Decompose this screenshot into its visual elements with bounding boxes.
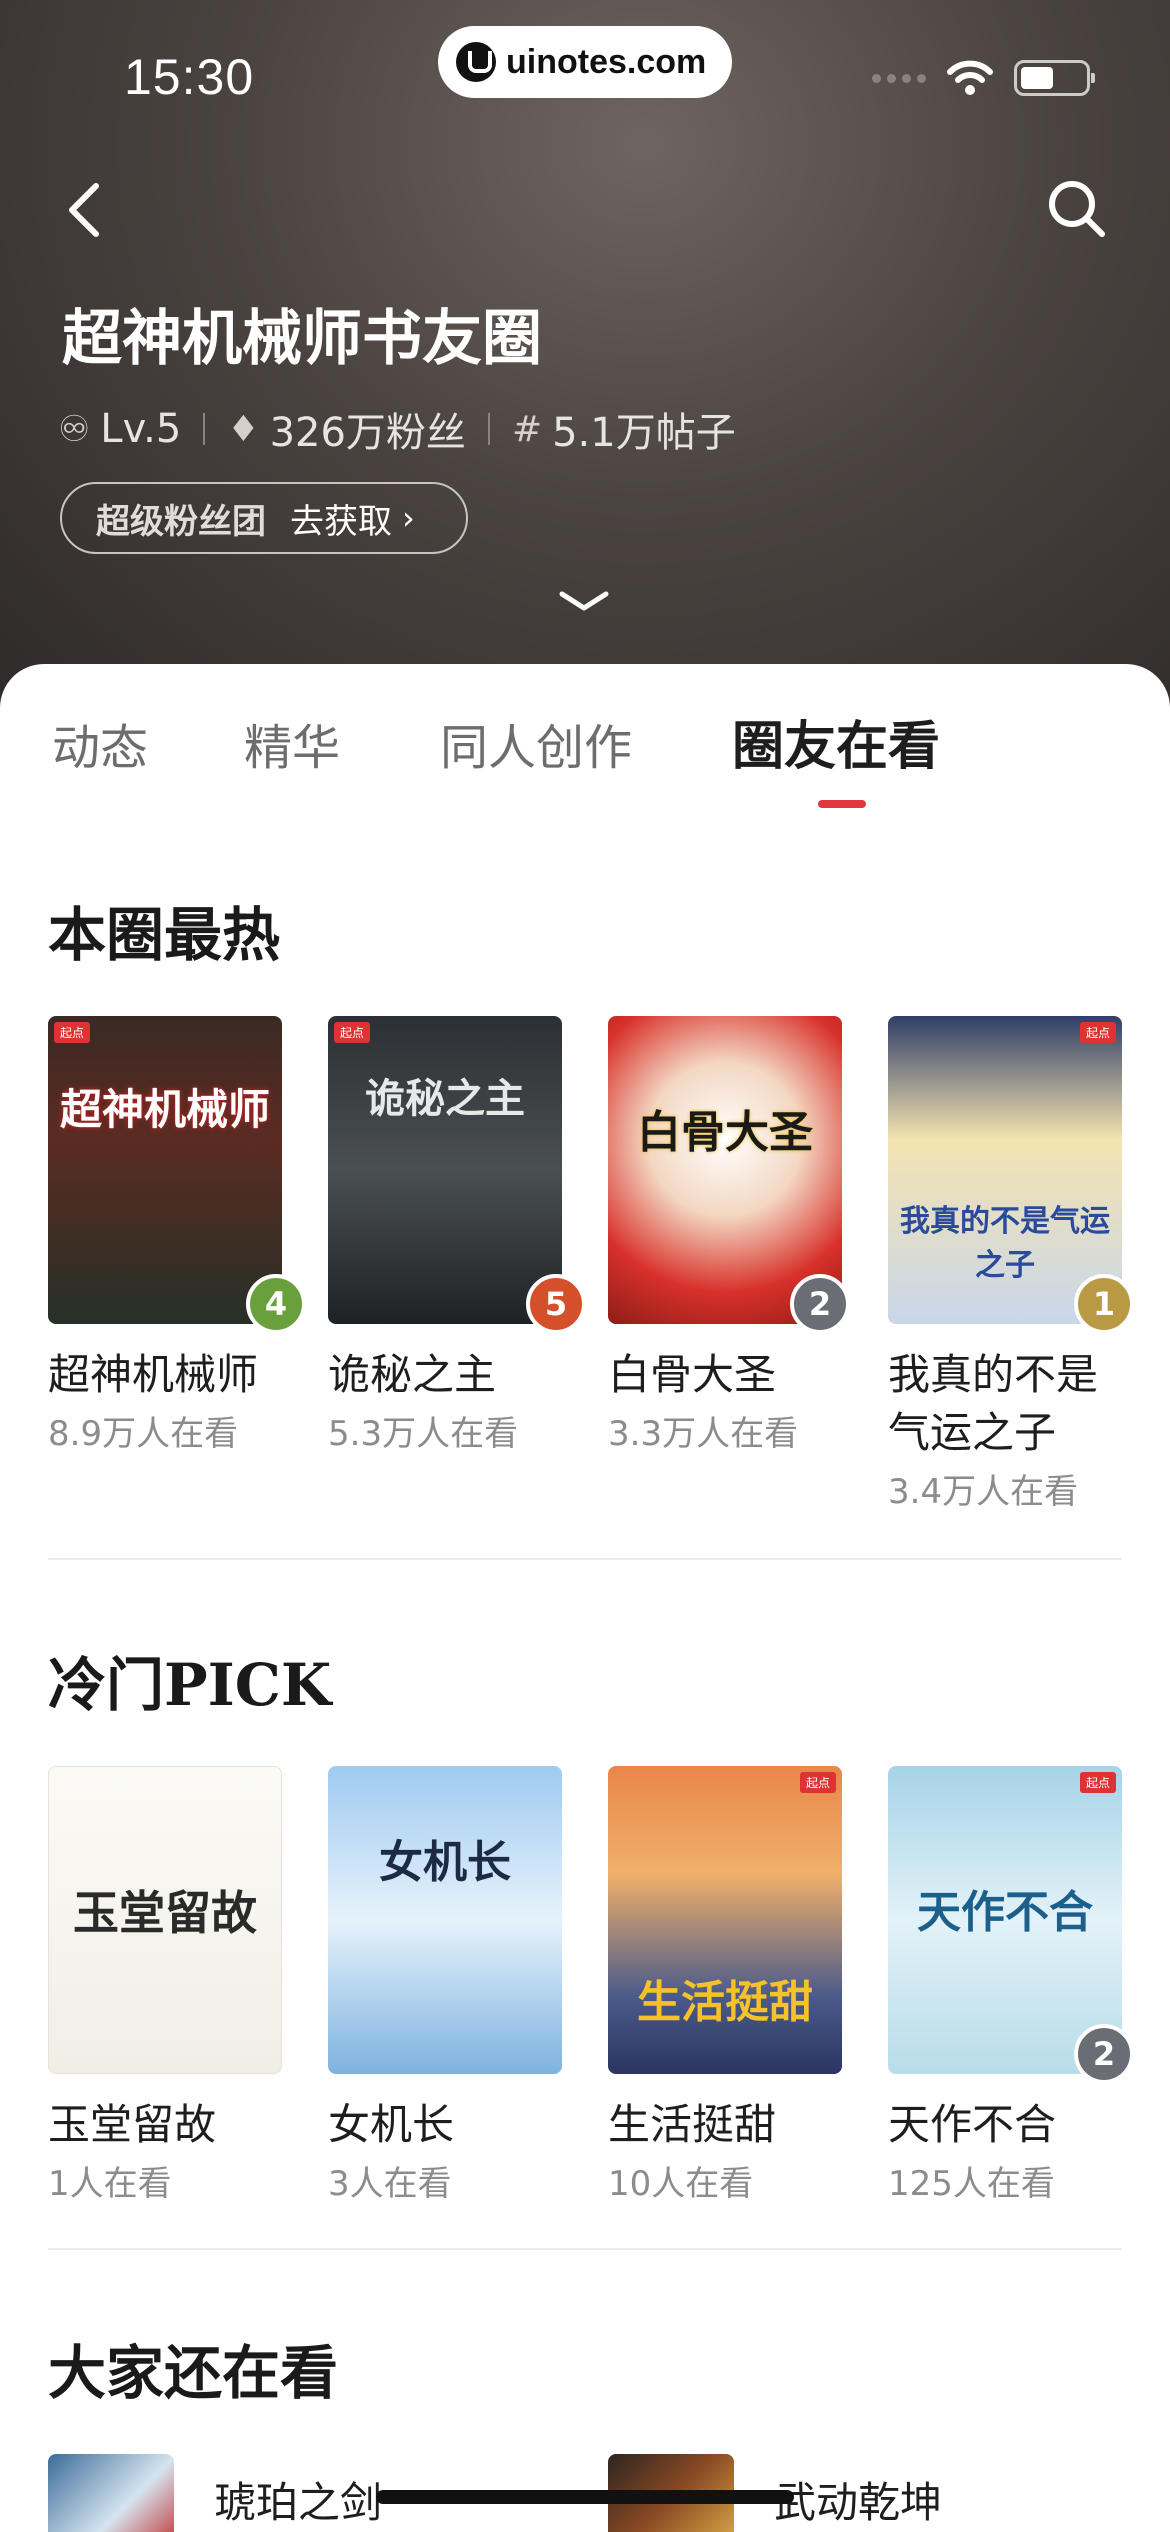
level-text: Lv.5 — [100, 406, 182, 452]
book-name: 我真的不是 气运之子 — [888, 1346, 1122, 1462]
book-card[interactable]: 起点 生活挺甜 生活挺甜 10人在看 — [608, 1766, 842, 2205]
fan-group-action: 去获取 — [290, 501, 392, 542]
rank-badge: 2 — [790, 1274, 850, 1334]
book-card[interactable]: 起点 我真的不是气运之子 1 我真的不是 气运之子 3.4万人在看 — [888, 1016, 1134, 1513]
brand-tag: 起点 — [1079, 1022, 1116, 1043]
book-card[interactable]: 白骨大圣 2 白骨大圣 3.3万人在看 — [608, 1016, 850, 1455]
book-cover: 起点 超神机械师 — [48, 1016, 282, 1324]
book-thumb — [48, 2454, 174, 2532]
book-name-line2: 气运之子 — [888, 1408, 1057, 1457]
book-cover: 起点 诡秘之主 — [328, 1016, 562, 1324]
brand-tag: 起点 — [799, 1772, 836, 1793]
book-cover: 起点 生活挺甜 — [608, 1766, 842, 2074]
posts-count: 5.1万帖子 — [552, 410, 736, 456]
fan-group-button[interactable]: 超级粉丝团 去获取 › — [60, 482, 468, 554]
book-readers: 3.3万人在看 — [608, 1414, 799, 1454]
brand-tag: 起点 — [334, 1022, 371, 1043]
book-card[interactable]: 起点 诡秘之主 5 诡秘之主 5.3万人在看 — [328, 1016, 586, 1455]
book-name: 超神机械师 — [48, 1350, 259, 1399]
tab-jinghua[interactable]: 精华 — [244, 708, 340, 778]
fan-group-label: 超级粉丝团 — [96, 501, 266, 542]
book-readers: 125人在看 — [888, 2164, 1055, 2204]
expand-chevron-icon[interactable] — [556, 586, 612, 616]
rank-badge: 5 — [526, 1274, 586, 1334]
tab-quanyou-zaikan[interactable]: 圈友在看 — [732, 704, 940, 779]
section-divider — [48, 2248, 1122, 2250]
rank-badge: 2 — [1074, 2024, 1134, 2084]
brand-tag: 起点 — [54, 1022, 91, 1043]
book-name: 武动乾坤 — [774, 2477, 943, 2527]
book-name: 生活挺甜 — [608, 2100, 777, 2149]
book-readers: 10人在看 — [608, 2164, 754, 2204]
book-name: 白骨大圣 — [608, 1350, 777, 1399]
book-card[interactable]: 女机长 女机长 3人在看 — [328, 1766, 562, 2205]
book-name: 诡秘之主 — [328, 1350, 497, 1399]
book-name: 琥珀之剑 — [214, 2477, 383, 2527]
back-chevron-icon[interactable] — [60, 180, 110, 240]
cover-title: 超神机械师 — [59, 1085, 270, 1134]
fire-icon: ♦ — [227, 408, 260, 450]
book-name: 天作不合 — [888, 2100, 1057, 2149]
chevron-right-icon: › — [402, 499, 415, 537]
stat-divider — [487, 413, 490, 445]
tab-tongren[interactable]: 同人创作 — [440, 708, 632, 778]
rank-badge: 1 — [1074, 1274, 1134, 1334]
book-card[interactable]: 起点 天作不合 2 天作不合 125人在看 — [888, 1766, 1134, 2205]
circle-title: 超神机械师书友圈 — [62, 304, 542, 374]
tab-active-indicator — [818, 800, 866, 808]
cover-title: 天作不合 — [917, 1887, 1093, 1938]
section-title-cold: 冷门PICK — [48, 1651, 332, 1719]
list-item[interactable]: 琥珀之剑 — [48, 2454, 382, 2532]
section-title-also: 大家还在看 — [48, 2339, 339, 2407]
rank-badge: 4 — [246, 1274, 306, 1334]
tab-dongtai[interactable]: 动态 — [52, 708, 148, 778]
section-title-hot: 本圈最热 — [48, 901, 281, 969]
cover-title: 玉堂留故 — [73, 1886, 257, 1940]
book-cover: 女机长 — [328, 1766, 562, 2074]
cover-title: 我真的不是气运之子 — [900, 1204, 1110, 1283]
book-name-line1: 我真的不是 — [888, 1350, 1099, 1399]
search-icon[interactable] — [1044, 176, 1110, 242]
wifi-icon — [947, 60, 993, 95]
uinotes-logo-icon — [456, 42, 496, 82]
hashtag-icon: # — [511, 408, 543, 450]
cover-title: 白骨大圣 — [637, 1107, 813, 1158]
level-icon: ♾ — [58, 408, 91, 450]
book-card[interactable]: 玉堂留故 玉堂留故 1人在看 — [48, 1766, 282, 2205]
stat-divider — [203, 413, 206, 445]
url-text: uinotes.com — [506, 42, 707, 81]
cover-title: 诡秘之主 — [365, 1075, 525, 1122]
book-readers: 1人在看 — [48, 2164, 172, 2204]
tab-bar: 动态 精华 同人创作 圈友在看 — [0, 664, 1170, 812]
book-readers: 3人在看 — [328, 2164, 452, 2204]
fans-count: 326万粉丝 — [269, 410, 466, 456]
book-readers: 3.4万人在看 — [888, 1472, 1079, 1512]
battery-icon — [1014, 60, 1095, 96]
brand-tag: 起点 — [1079, 1772, 1116, 1793]
book-card[interactable]: 起点 超神机械师 4 超神机械师 8.9万人在看 — [48, 1016, 306, 1455]
book-name: 玉堂留故 — [48, 2100, 217, 2149]
circle-stats: ♾ Lv.5 ♦ 326万粉丝 # 5.1万帖子 — [58, 400, 736, 458]
section-divider — [48, 1558, 1122, 1560]
book-readers: 8.9万人在看 — [48, 1414, 239, 1454]
book-cover: 玉堂留故 — [48, 1766, 282, 2074]
status-icons — [872, 60, 1095, 96]
url-pill: uinotes.com — [438, 26, 732, 98]
book-readers: 5.3万人在看 — [328, 1414, 519, 1454]
book-name: 女机长 — [328, 2100, 455, 2149]
signal-icon — [872, 73, 926, 83]
cover-title: 生活挺甜 — [637, 1977, 813, 2028]
home-indicator — [376, 2490, 794, 2504]
status-time: 15:30 — [124, 49, 255, 105]
cover-title: 女机长 — [379, 1837, 511, 1888]
